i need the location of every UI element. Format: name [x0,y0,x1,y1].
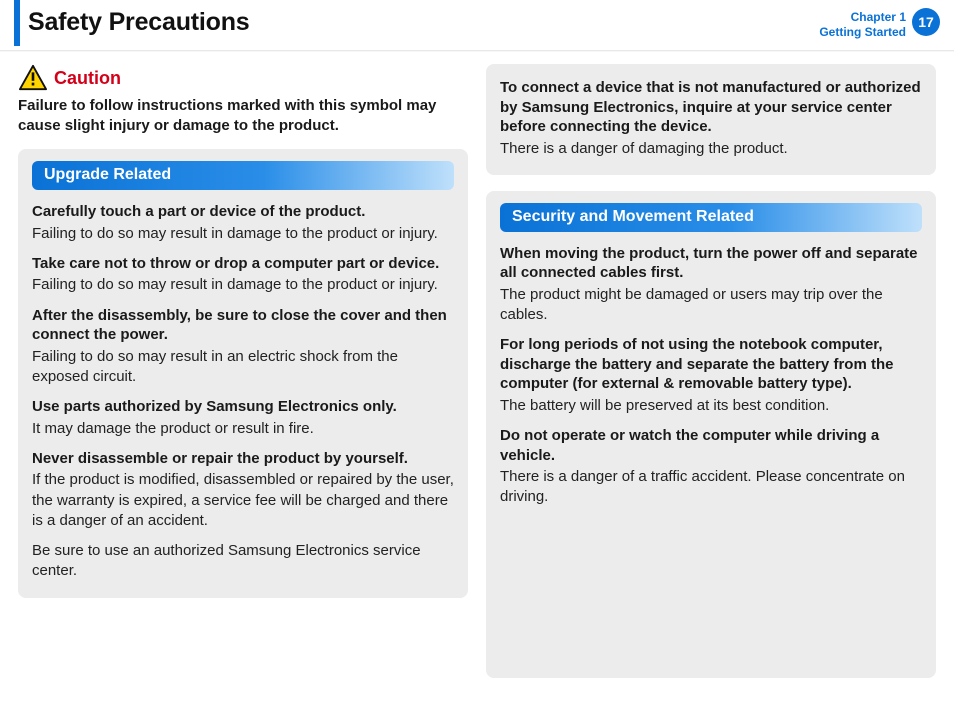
caution-heading: Caution [18,64,468,92]
upgrade-item-body: Failing to do so may result in an electr… [32,347,454,388]
content-columns: Caution Failure to follow instructions m… [0,64,954,712]
right-column: To connect a device that is not manufact… [486,64,936,694]
upgrade-item-body: It may damage the product or result in f… [32,419,454,439]
page-title: Safety Precautions [20,8,250,37]
upgrade-item-strong: Use parts authorized by Samsung Electron… [32,397,454,417]
page-number-badge: 17 [912,8,940,36]
upgrade-item-body: Failing to do so may result in damage to… [32,275,454,295]
upgrade-item-body: Failing to do so may result in damage to… [32,224,454,244]
unauth-body: There is a danger of damaging the produc… [500,139,922,159]
chapter-line-1: Chapter 1 [851,10,906,24]
page-header: Safety Precautions Chapter 1 Getting Sta… [14,0,954,46]
upgrade-item-body: If the product is modified, disassembled… [32,470,454,531]
caution-label: Caution [54,68,121,89]
left-column: Caution Failure to follow instructions m… [18,64,468,694]
unauth-strong: To connect a device that is not manufact… [500,78,922,137]
security-item-strong: When moving the product, turn the power … [500,244,922,283]
upgrade-item-body: Be sure to use an authorized Samsung Ele… [32,541,454,582]
security-item-body: There is a danger of a traffic accident.… [500,467,922,508]
upgrade-panel: Upgrade Related Carefully touch a part o… [18,149,468,598]
chapter-info: Chapter 1 Getting Started [819,8,906,40]
security-item-strong: For long periods of not using the notebo… [500,335,922,394]
security-heading: Security and Movement Related [500,203,922,232]
security-item-body: The battery will be preserved at its bes… [500,396,922,416]
header-divider [0,50,954,52]
upgrade-item-strong: Never disassemble or repair the product … [32,449,454,469]
unauthorized-device-panel: To connect a device that is not manufact… [486,64,936,175]
security-item-strong: Do not operate or watch the computer whi… [500,426,922,465]
security-panel: Security and Movement Related When movin… [486,191,936,678]
upgrade-item-strong: Take care not to throw or drop a compute… [32,254,454,274]
chapter-line-2: Getting Started [819,25,906,39]
warning-triangle-icon [18,64,48,92]
security-item-body: The product might be damaged or users ma… [500,285,922,326]
caution-intro: Failure to follow instructions marked wi… [18,96,468,135]
upgrade-item-strong: After the disassembly, be sure to close … [32,306,454,345]
upgrade-item-strong: Carefully touch a part or device of the … [32,202,454,222]
upgrade-heading: Upgrade Related [32,161,454,190]
